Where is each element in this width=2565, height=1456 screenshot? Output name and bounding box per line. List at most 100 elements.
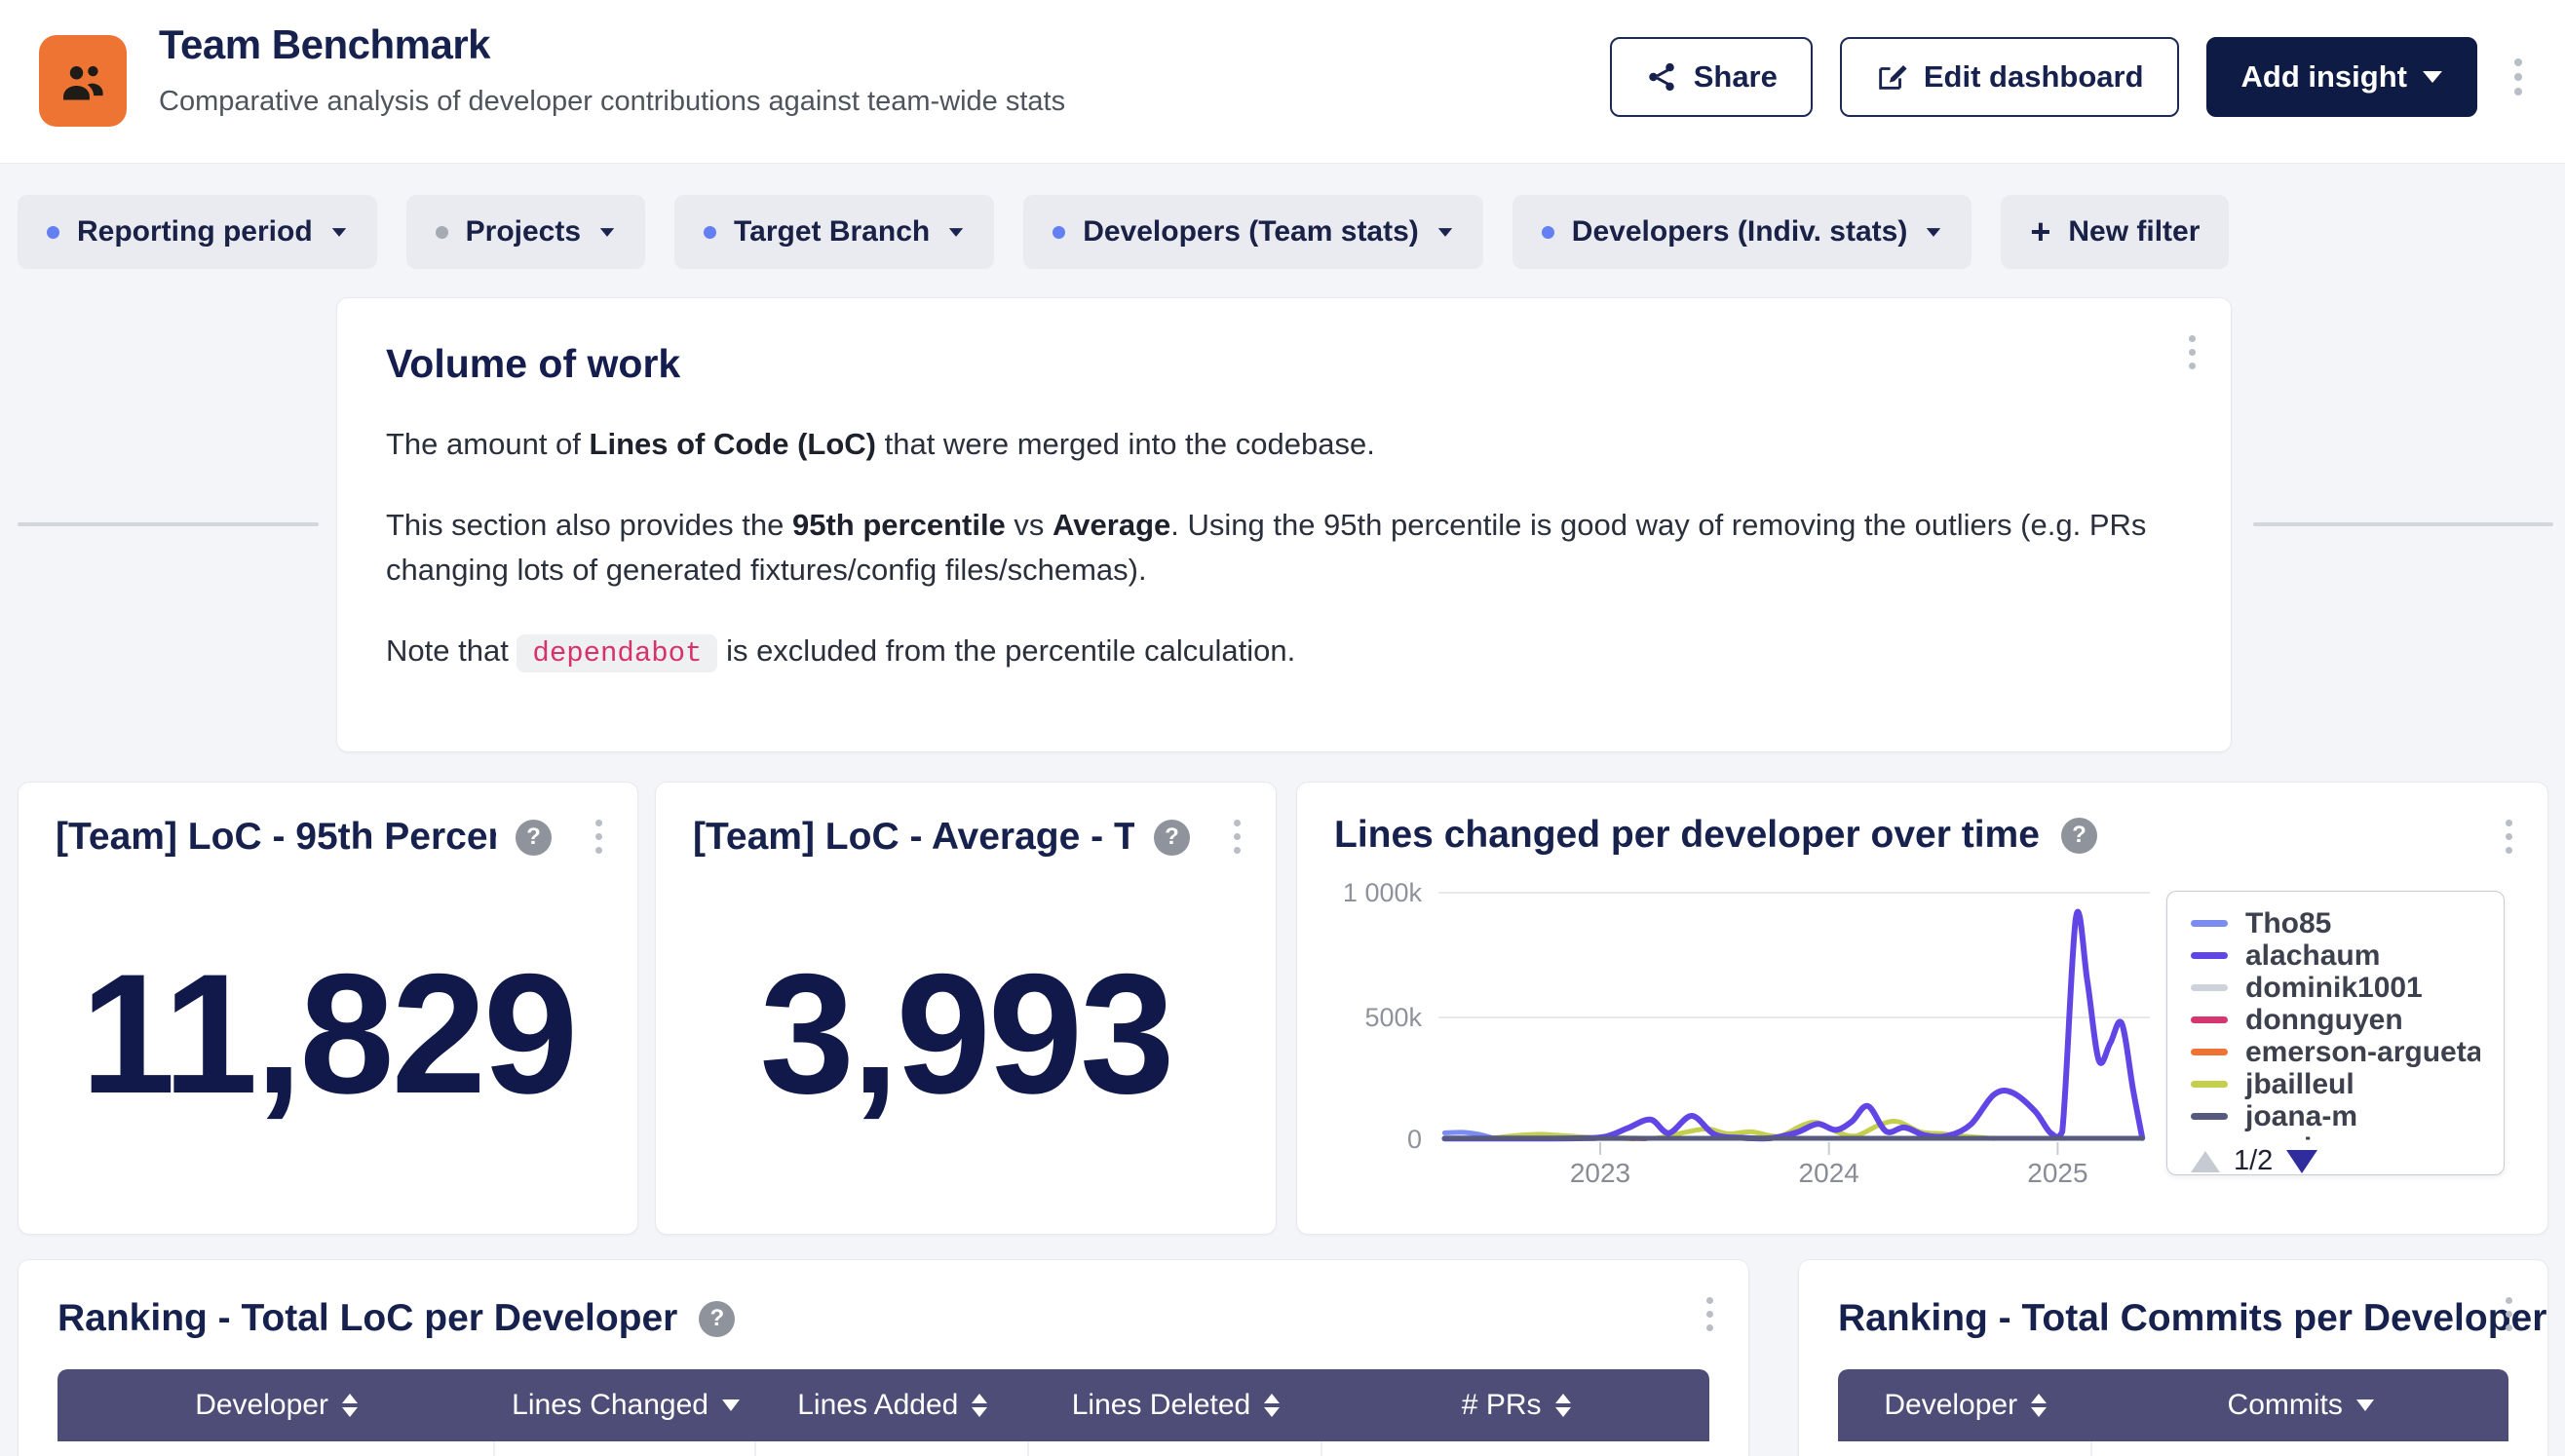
section-divider-left [18,522,319,526]
volume-card-title: Volume of work [386,341,2182,387]
legend-item-donnguyen[interactable]: donnguyen [2191,1004,2480,1036]
help-icon[interactable]: ? [1154,820,1190,856]
legend-swatch [2191,1049,2228,1055]
legend-items: Tho85alachaumdominik1001donnguyenemerson… [2191,907,2480,1141]
sort-icon [342,1394,358,1417]
stat2-title: [Team] LoC - Average - Tea... [693,816,1134,859]
stat-card-loc-95th: [Team] LoC - 95th Percentile ? 11,829 [18,782,638,1235]
column-label: Lines Added [797,1389,958,1422]
legend-swatch [2191,984,2228,991]
ranking-commits-card: Ranking - Total Commits per Developer ? … [1798,1259,2548,1456]
column-header-developer[interactable]: Developer [1838,1369,2092,1441]
legend-page-indicator: 1/2 [2234,1145,2273,1177]
developer-cell: tomazernour [1838,1441,2092,1456]
header-kebab-menu[interactable] [2505,49,2532,105]
column-label: # PRs [1462,1389,1542,1422]
column-label: Lines Changed [512,1389,708,1422]
share-button[interactable]: Share [1610,37,1813,117]
legend-item-dominik1001[interactable]: dominik1001 [2191,972,2480,1004]
stat1-value: 11,829 [56,859,600,1201]
column-header-commits[interactable]: Commits [2092,1369,2508,1441]
legend-page-up-icon[interactable] [2191,1151,2220,1172]
ranking-commits-kebab-menu[interactable] [2496,1287,2522,1341]
volume-card-body: The amount of Lines of Code (LoC) that w… [386,422,2182,674]
ranking-loc-kebab-menu[interactable] [1697,1287,1723,1341]
svg-text:2023: 2023 [1570,1158,1630,1188]
column-label: Developer [1884,1389,2017,1422]
ranking-loc-table: Developer Lines Changed Lines Added Lines D… [57,1369,1709,1456]
plus-icon: + [2030,214,2050,249]
chevron-down-icon [2423,71,2442,83]
legend-label: Tho85 [2245,907,2331,940]
stat1-kebab-menu[interactable] [586,810,612,863]
filter-dot-icon [1053,226,1065,239]
filter-label: Developers (Team stats) [1083,215,1419,249]
table-row[interactable]: tomazernour260 [1838,1441,2508,1456]
legend-item-maxice[interactable]: maxice [2191,1132,2480,1141]
filter-dot-icon [47,226,59,239]
table-row[interactable] [57,1441,1709,1456]
table-header-row: Developer Commits [1838,1369,2508,1441]
help-icon[interactable]: ? [699,1301,735,1337]
chevron-down-icon [1438,228,1452,237]
column-header-developer[interactable]: Developer [57,1369,495,1441]
value-cell [495,1441,756,1456]
legend-item-alachaum[interactable]: alachaum [2191,939,2480,972]
edit-dashboard-label: Edit dashboard [1924,59,2144,95]
new-filter-button[interactable]: +New filter [2001,195,2229,269]
legend-label: emerson-argueta [2245,1036,2480,1069]
legend-item-joana-m[interactable]: joana-m [2191,1100,2480,1132]
help-icon[interactable]: ? [516,820,552,856]
filter-chip-reporting-period[interactable]: Reporting period [18,195,377,269]
filter-chip-projects[interactable]: Projects [406,195,645,269]
volume-card-kebab-menu[interactable] [2179,326,2205,379]
header-actions: Share Edit dashboard Add insight [1610,37,2532,117]
filter-dot-icon [436,226,448,239]
filter-bar: Reporting period Projects Target Branch Dev… [18,195,2229,269]
section-divider-right [2253,522,2553,526]
edit-icon [1875,60,1908,94]
header-titles: Team Benchmark Comparative analysis of d… [159,21,1065,118]
legend-item-jbailleul[interactable]: jbailleul [2191,1068,2480,1100]
dashboard-logo [39,35,127,127]
add-insight-button[interactable]: Add insight [2206,37,2477,117]
column-label: Lines Deleted [1072,1389,1250,1422]
svg-text:2025: 2025 [2027,1158,2087,1188]
filter-chip-developers-team-stats-[interactable]: Developers (Team stats) [1023,195,1483,269]
stat1-title: [Team] LoC - 95th Percentile [56,816,496,859]
column-header-lines-added[interactable]: Lines Added [756,1369,1029,1441]
page-subtitle: Comparative analysis of developer contri… [159,86,1065,118]
legend-item-emerson-argueta[interactable]: emerson-argueta [2191,1036,2480,1068]
filter-label: Target Branch [734,215,930,249]
code-chip: dependabot [517,634,717,672]
filter-chip-developers-indiv-stats-[interactable]: Developers (Indiv. stats) [1512,195,1972,269]
chevron-down-icon [331,228,345,237]
filter-label: Reporting period [77,215,313,249]
add-insight-label: Add insight [2241,59,2407,95]
filter-chip-target-branch[interactable]: Target Branch [674,195,994,269]
edit-dashboard-button[interactable]: Edit dashboard [1840,37,2179,117]
ranking-commits-title: Ranking - Total Commits per Developer [1838,1297,2546,1340]
stat2-kebab-menu[interactable] [1224,810,1250,863]
value-cell [1322,1441,1709,1456]
column-header--prs[interactable]: # PRs [1322,1369,1709,1441]
legend-swatch [2191,1113,2228,1120]
legend-label: alachaum [2245,939,2380,973]
legend-swatch [2191,920,2228,927]
legend-item-tho85[interactable]: Tho85 [2191,907,2480,939]
legend-page-down-icon[interactable] [2286,1150,2317,1173]
ranking-commits-table: Developer Commitstomazernour260 [1838,1369,2508,1456]
column-header-lines-deleted[interactable]: Lines Deleted [1029,1369,1323,1441]
sort-icon [972,1394,987,1417]
lines-changed-chart-card: Lines changed per developer over time ? … [1296,782,2548,1235]
column-header-lines-changed[interactable]: Lines Changed [495,1369,756,1441]
legend-label: joana-m [2245,1100,2357,1133]
legend-label: donnguyen [2245,1004,2403,1037]
sort-desc-icon [2356,1399,2374,1411]
column-label: Developer [195,1389,328,1422]
filter-dot-icon [704,226,716,239]
legend-label: jbailleul [2245,1068,2354,1101]
stat-card-loc-average: [Team] LoC - Average - Tea... ? 3,993 [655,782,1277,1235]
value-cell [756,1441,1029,1456]
ranking-loc-title: Ranking - Total LoC per Developer [57,1297,677,1340]
